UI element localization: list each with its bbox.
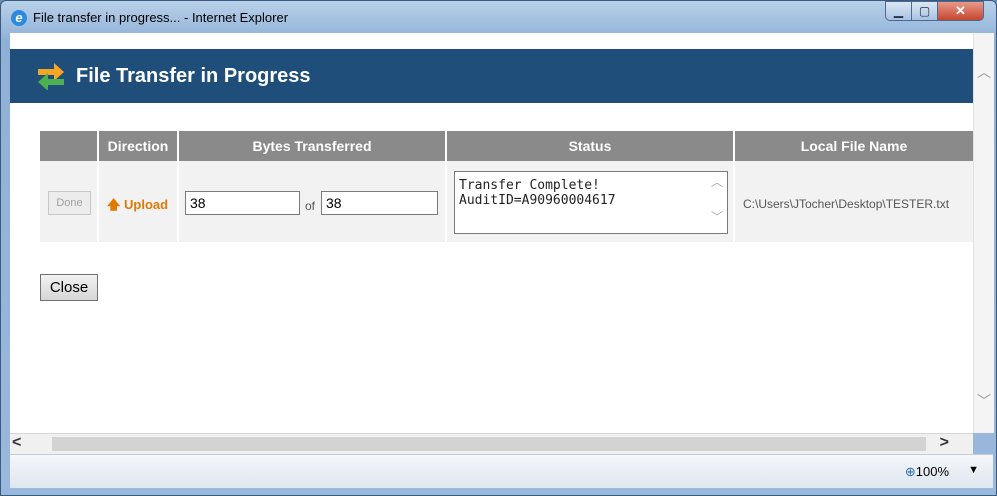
zoom-dropdown-arrow-icon[interactable]: ▼ xyxy=(968,464,979,476)
table-header-row: Direction Bytes Transferred Status Local… xyxy=(40,131,973,161)
ie-window: e File transfer in progress... - Interne… xyxy=(0,0,997,496)
local-file-name: C:\Users\JTocher\Desktop\TESTER.txt xyxy=(743,197,950,211)
scroll-right-icon[interactable]: > xyxy=(940,434,949,452)
scroll-down-icon[interactable]: ﹀ xyxy=(708,208,726,225)
zoom-level: 100% xyxy=(915,464,949,479)
scroll-left-icon[interactable]: < xyxy=(12,434,21,452)
status-textarea[interactable]: Transfer Complete! AuditID=A90960004617 … xyxy=(454,171,728,234)
column-header-bytes: Bytes Transferred xyxy=(179,131,447,161)
local-file-cell: C:\Users\JTocher\Desktop\TESTER.txt xyxy=(735,161,973,242)
status-scrollbar[interactable]: ︿ ﹀ xyxy=(708,173,726,232)
column-header-local-file: Local File Name xyxy=(735,131,973,161)
window-title: File transfer in progress... - Internet … xyxy=(33,10,289,25)
transfer-arrows-icon xyxy=(38,63,64,90)
action-cell: Done xyxy=(40,161,99,242)
ie-icon: e xyxy=(11,10,27,26)
direction-label: Upload xyxy=(124,197,169,212)
column-header-action xyxy=(40,131,99,161)
zoom-icon: ⊕ xyxy=(904,464,916,479)
close-window-button[interactable]: ✕ xyxy=(938,1,984,21)
close-button[interactable]: Close xyxy=(40,274,98,301)
direction-upload: 🡅 Upload xyxy=(107,196,168,218)
column-header-direction: Direction xyxy=(99,131,179,161)
vertical-scrollbar[interactable]: ︿ ﹀ xyxy=(973,33,994,433)
status-cell: Transfer Complete! AuditID=A90960004617 … xyxy=(447,161,735,242)
scroll-up-icon[interactable]: ︿ xyxy=(708,173,726,190)
direction-cell: 🡅 Upload xyxy=(99,161,179,242)
title-bar[interactable]: e File transfer in progress... - Interne… xyxy=(1,1,996,33)
page-viewport: File Transfer in Progress Direction Byte… xyxy=(10,33,973,433)
horizontal-scrollbar[interactable]: < > xyxy=(10,433,973,454)
table-row: Done 🡅 Upload of Transfer Complete! Audi… xyxy=(40,161,973,242)
done-button[interactable]: Done xyxy=(48,191,91,215)
status-bar: ⊕100% ▼ xyxy=(10,454,993,488)
bytes-cell: of xyxy=(179,161,447,242)
page-title: File Transfer in Progress xyxy=(76,65,311,87)
horizontal-scroll-thumb[interactable] xyxy=(52,437,926,451)
status-text: Transfer Complete! AuditID=A90960004617 xyxy=(459,178,616,208)
minimize-button[interactable]: ▁ xyxy=(885,1,912,21)
scroll-up-icon[interactable]: ︿ xyxy=(977,62,991,82)
of-label: of xyxy=(305,199,316,213)
zoom-control[interactable]: ⊕100% xyxy=(905,464,949,480)
scroll-down-icon[interactable]: ﹀ xyxy=(977,391,991,411)
arrow-up-icon: 🡅 xyxy=(107,197,121,212)
window-controls: ▁ ▢ ✕ xyxy=(885,1,984,23)
maximize-button[interactable]: ▢ xyxy=(912,1,938,21)
bytes-done-input[interactable] xyxy=(185,191,300,215)
page-header: File Transfer in Progress xyxy=(10,49,973,103)
bytes-total-input[interactable] xyxy=(321,191,438,215)
column-header-status: Status xyxy=(447,131,735,161)
